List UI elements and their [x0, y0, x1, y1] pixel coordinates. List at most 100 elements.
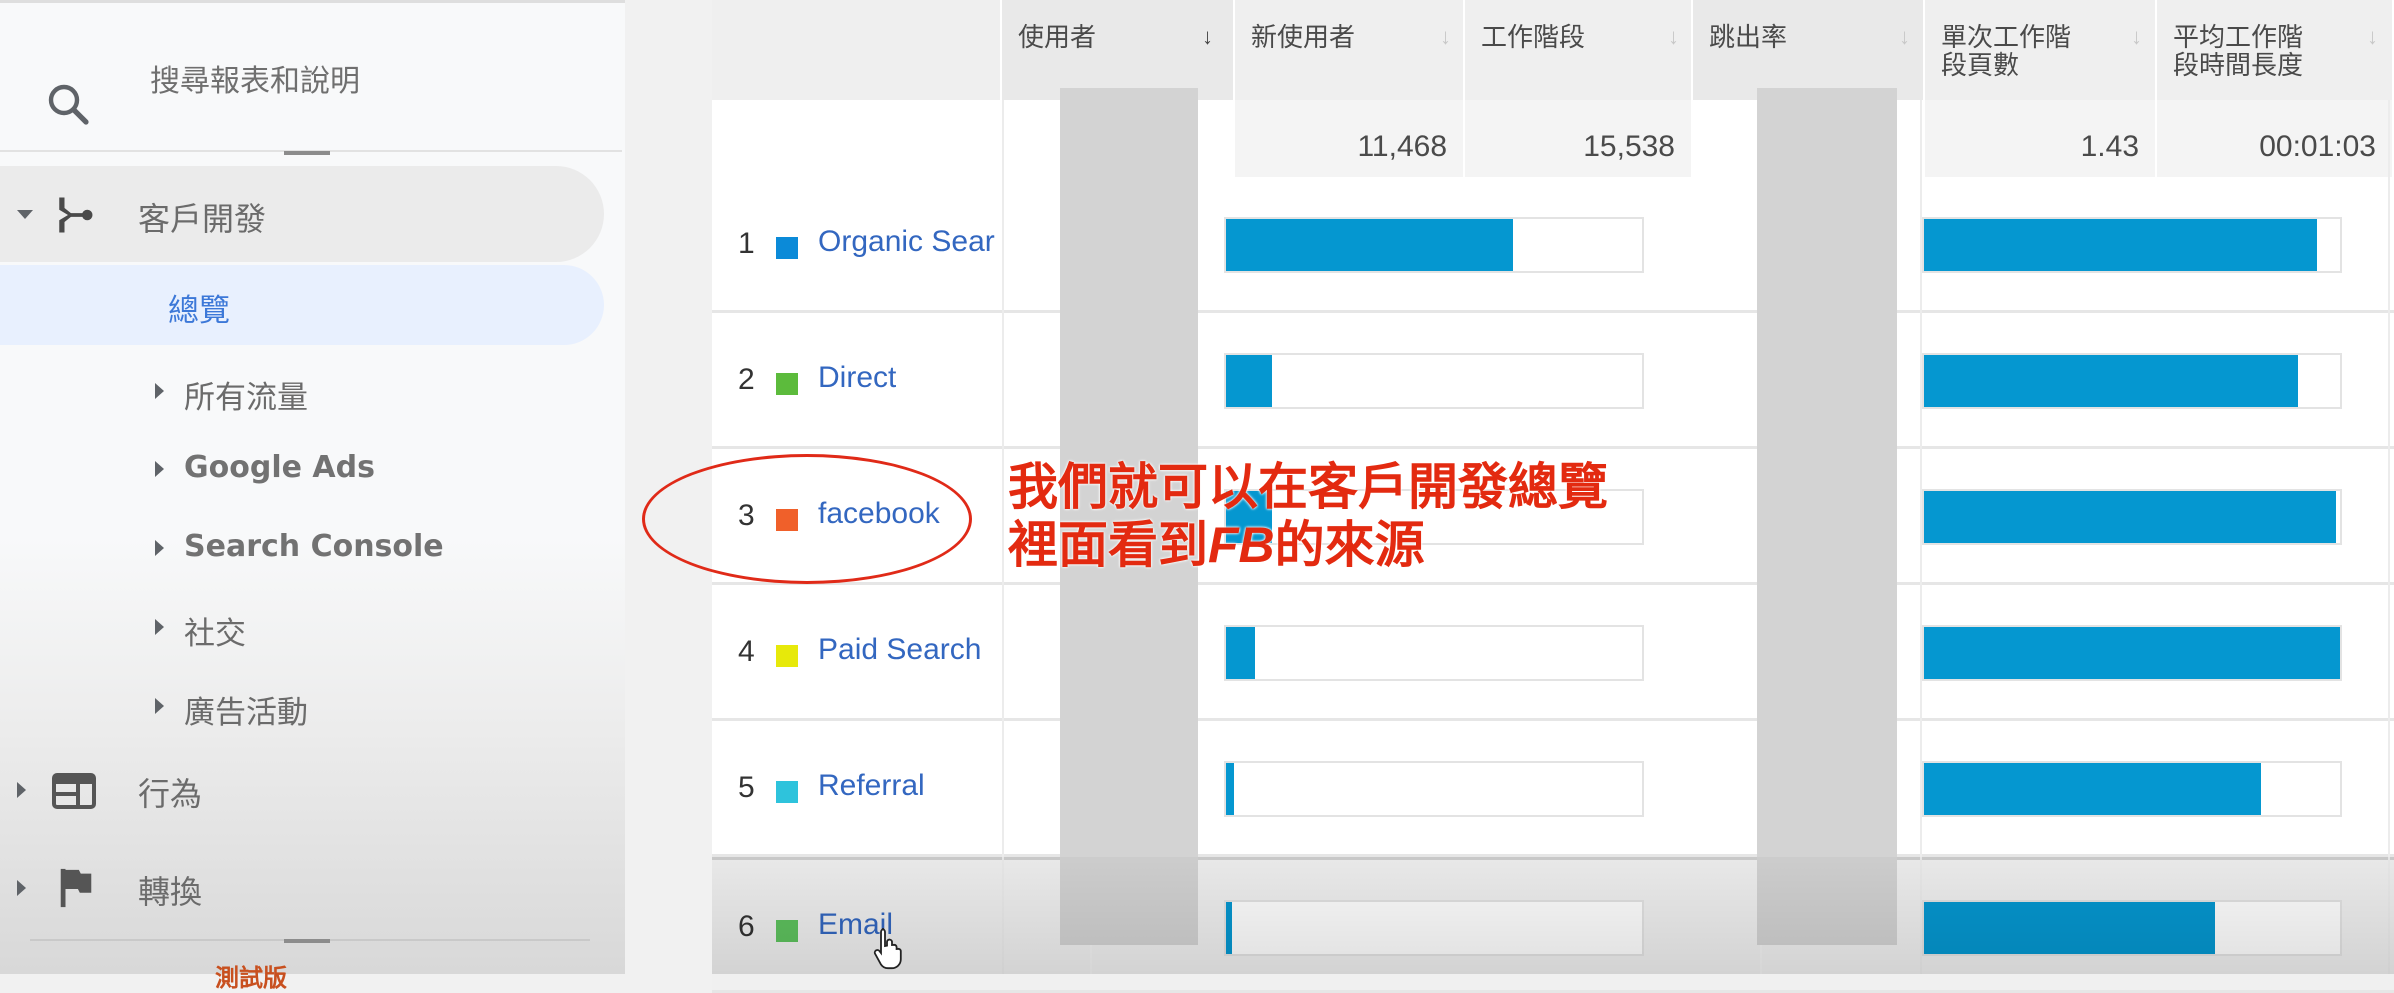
channel-link[interactable]: Organic Sear [818, 225, 995, 259]
channel-color-swatch [776, 237, 798, 259]
table-row: 5 Referral [712, 721, 2394, 857]
header-label-line2: 段頁數 [1941, 51, 2020, 81]
header-label: 工作階段 [1481, 23, 1586, 53]
channel-color-swatch [776, 920, 798, 942]
new-users-bar-fill [1226, 355, 1272, 407]
header-bounce-rate[interactable]: 跳出率 ↓ [1693, 0, 1925, 100]
annotation-line2-post: 的來源 [1274, 516, 1425, 574]
new-users-bar-track [1224, 761, 1644, 817]
column-divider [2388, 100, 2390, 974]
nav-item-overview[interactable]: 總覽 [0, 265, 604, 345]
pages-per-session-bar-fill [1924, 763, 2261, 815]
nav-item-campaigns[interactable]: 廣告活動 [0, 677, 604, 739]
new-users-bar-fill [1226, 219, 1514, 271]
pages-per-session-bar-track [1922, 353, 2342, 409]
channel-link[interactable]: Paid Search [818, 633, 981, 667]
resize-handle[interactable] [284, 151, 330, 155]
totals-value: 15,538 [1583, 130, 1675, 163]
header-label-line1: 單次工作階 [1941, 23, 2072, 53]
nav-item-label: 廣告活動 [184, 695, 308, 731]
sort-arrow-icon[interactable]: ↓ [2131, 24, 2142, 50]
header-label: 跳出率 [1709, 23, 1788, 53]
row-rank: 4 [738, 635, 755, 668]
pages-per-session-bar-track [1922, 761, 2342, 817]
sort-arrow-icon[interactable]: ↓ [1440, 24, 1451, 50]
totals-cell-blank [712, 100, 1002, 177]
nav-section-acquisition[interactable]: 客戶開發 [0, 166, 604, 262]
nav-section-label: 轉換 [138, 873, 203, 911]
caret-right-icon [155, 540, 164, 556]
sidebar-top-border [0, 0, 625, 3]
header-cell-channel [712, 0, 1002, 100]
table-body: 1 Organic Sear 2 Direct 3 facebook 4 Paid Searc… [712, 177, 2394, 993]
sort-arrow-icon[interactable]: ↓ [1899, 24, 1910, 50]
new-users-bar-track [1224, 900, 1644, 956]
caret-down-icon [17, 210, 33, 219]
new-users-bar-fill [1226, 763, 1235, 815]
nav-section-behavior[interactable]: 行為 [0, 755, 604, 825]
channel-link[interactable]: Direct [818, 361, 896, 395]
totals-value: 00:01:03 [2259, 130, 2376, 163]
header-label: 新使用者 [1251, 23, 1356, 53]
totals-sessions: 15,538 [1465, 100, 1693, 177]
header-new-users[interactable]: 新使用者 ↓ [1235, 0, 1465, 100]
layout-icon [52, 773, 96, 809]
caret-right-icon [17, 782, 26, 798]
sort-arrow-icon[interactable]: ↓ [1668, 24, 1679, 50]
search-bar[interactable]: 搜尋報表和說明 [0, 30, 625, 125]
highlight-ellipse [642, 454, 972, 584]
row-rank: 2 [738, 363, 755, 396]
hand-cursor-icon [872, 926, 906, 980]
totals-avg-session-duration: 00:01:03 [2157, 100, 2394, 177]
search-placeholder: 搜尋報表和說明 [150, 64, 360, 99]
pages-per-session-bar-track [1922, 217, 2342, 273]
column-divider [1002, 100, 1004, 974]
row-rank: 5 [738, 771, 755, 804]
new-users-bar-fill [1226, 902, 1232, 954]
pages-per-session-bar-fill [1924, 902, 2216, 954]
totals-new-users: 11,468 [1235, 100, 1465, 177]
nav-section-label: 行為 [138, 775, 203, 813]
channel-color-swatch [776, 781, 798, 803]
search-icon [48, 84, 89, 125]
nav-item-overview-label: 總覽 [168, 293, 230, 329]
channel-color-swatch [776, 373, 798, 395]
nav-item-all-traffic[interactable]: 所有流量 [0, 360, 604, 422]
sort-arrow-icon[interactable]: ↓ [2367, 24, 2378, 50]
pages-per-session-bar-fill [1924, 219, 2318, 271]
annotation-line1: 我們就可以在客戶開發總覽 [1008, 458, 1608, 516]
redacted-bounce-column [1757, 88, 1897, 945]
header-users[interactable]: 使用者 ↓ [1002, 0, 1235, 100]
resize-handle-bottom[interactable] [284, 939, 330, 943]
channel-link[interactable]: Referral [818, 769, 925, 803]
caret-right-icon [155, 698, 164, 714]
new-users-bar-track [1224, 217, 1644, 273]
nav-section-label: 客戶開發 [138, 200, 267, 238]
header-label-line1: 平均工作階 [2173, 23, 2304, 53]
header-label: 使用者 [1018, 23, 1097, 53]
annotation-line2-em: FB [1208, 517, 1275, 573]
nav-section-conversions[interactable]: 轉換 [0, 853, 604, 923]
totals-value: 11,468 [1357, 130, 1447, 163]
caret-right-icon [155, 461, 164, 477]
row-rank: 1 [738, 227, 755, 260]
caret-right-icon [17, 880, 26, 896]
totals-value: 1.43 [2080, 130, 2139, 163]
nav-item-label: Google Ads [184, 450, 375, 485]
pages-per-session-bar-fill [1924, 355, 2299, 407]
annotation-text: 我們就可以在客戶開發總覽 裡面看到FB的來源 [1008, 458, 1608, 574]
header-sessions[interactable]: 工作階段 ↓ [1465, 0, 1693, 100]
nav-item-search-console[interactable]: Search Console [0, 519, 604, 581]
nav-item-social[interactable]: 社交 [0, 598, 604, 660]
pages-per-session-bar-fill [1924, 491, 2336, 543]
row-rank: 6 [738, 910, 755, 943]
header-pages-per-session[interactable]: 單次工作階 段頁數 ↓ [1925, 0, 2157, 100]
nav-item-google-ads[interactable]: Google Ads [0, 440, 604, 502]
caret-right-icon [155, 619, 164, 635]
nav-item-label: 社交 [184, 616, 246, 652]
table-row: 1 Organic Sear [712, 177, 2394, 313]
header-avg-session-duration[interactable]: 平均工作階 段時間長度 ↓ [2157, 0, 2394, 100]
sort-arrow-icon[interactable]: ↓ [1202, 24, 1213, 50]
channel-color-swatch [776, 645, 798, 667]
new-users-bar-track [1224, 353, 1644, 409]
